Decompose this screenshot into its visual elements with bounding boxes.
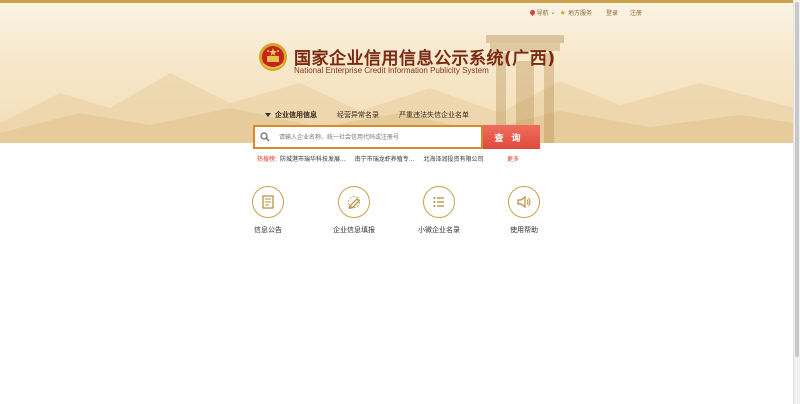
hot-search-item[interactable]: 南宁市瑞龙虾养殖专... xyxy=(355,154,415,163)
nav-label: 导航 xyxy=(536,10,549,17)
feature-label: 信息公告 xyxy=(254,226,282,234)
top-navigation: 导航 ⌄ ★ 地方服务 登录 注册 xyxy=(528,8,642,18)
chevron-down-icon: ⌄ xyxy=(550,9,556,16)
caret-down-icon xyxy=(265,113,271,117)
tab-serious-violation-list[interactable]: 严重违法失信企业名单 xyxy=(399,110,469,120)
search-button[interactable]: 查询 xyxy=(483,125,540,149)
search-bar: 查询 xyxy=(253,125,540,149)
feature-label: 使用帮助 xyxy=(510,226,538,234)
hot-search-item[interactable]: 北海泽润投资有限公司 xyxy=(424,154,484,163)
feature-circle xyxy=(423,186,455,218)
location-pin-icon xyxy=(528,8,536,17)
document-icon xyxy=(262,195,274,209)
vertical-scrollbar[interactable] xyxy=(793,0,800,404)
list-icon xyxy=(433,197,444,207)
hot-search: 热搜榜: 防城港市瑞华科技发展... 南宁市瑞龙虾养殖专... 北海泽润投资有限… xyxy=(257,154,519,163)
search-icon xyxy=(255,127,275,147)
feature-small-enterprise-list[interactable]: 小微企业名录 xyxy=(409,186,469,235)
feature-label: 小微企业名录 xyxy=(418,226,460,234)
register-link[interactable]: 注册 xyxy=(630,8,642,17)
pen-icon xyxy=(348,196,360,209)
hot-search-more-link[interactable]: 更多 xyxy=(507,154,519,163)
national-emblem-icon xyxy=(259,43,287,71)
feature-circle xyxy=(508,186,540,218)
star-icon: ★ xyxy=(559,8,566,17)
hot-search-item[interactable]: 防城港市瑞华科技发展... xyxy=(280,154,346,163)
site-logo[interactable]: 国家企业信用信息公示系统(广西) National Enterprise Cre… xyxy=(258,42,558,82)
site-subtitle: National Enterprise Credit Information P… xyxy=(294,66,489,75)
feature-help[interactable]: 使用帮助 xyxy=(494,186,554,235)
feature-circle xyxy=(252,186,284,218)
search-tabs: 企业信用信息 经营异常名录 严重违法失信企业名单 xyxy=(265,110,469,120)
feature-info-announcement[interactable]: 信息公告 xyxy=(238,186,298,235)
speaker-icon xyxy=(517,195,531,209)
tab-enterprise-credit[interactable]: 企业信用信息 xyxy=(265,110,337,120)
feature-label: 企业信息填报 xyxy=(333,226,375,234)
feature-circle xyxy=(338,186,370,218)
search-input[interactable] xyxy=(275,128,479,146)
tab-abnormal-list[interactable]: 经营异常名录 xyxy=(337,110,399,120)
feature-info-filing[interactable]: 企业信息填报 xyxy=(324,186,384,235)
nav-menu[interactable]: 导航 ⌄ xyxy=(528,8,556,17)
search-box xyxy=(253,125,483,149)
scrollbar-thumb[interactable] xyxy=(795,2,799,357)
hot-search-label: 热搜榜: xyxy=(257,156,278,163)
local-service-label: 地方服务 xyxy=(567,10,592,17)
local-service-link[interactable]: ★ 地方服务 xyxy=(559,8,592,18)
login-link[interactable]: 登录 xyxy=(606,8,618,17)
